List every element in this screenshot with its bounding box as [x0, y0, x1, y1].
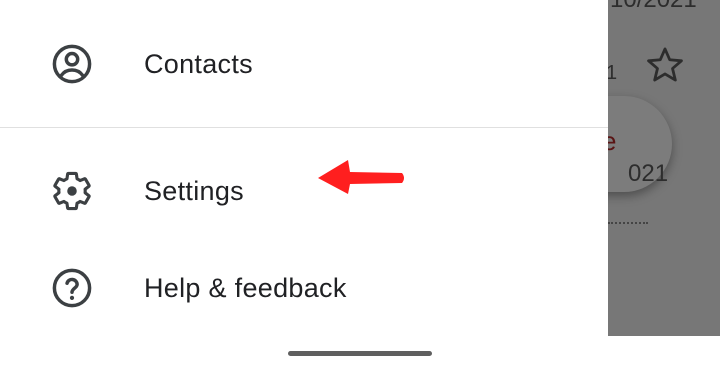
bottom-nav-area — [608, 336, 720, 367]
background-divider — [608, 222, 648, 226]
drawer-divider — [0, 127, 608, 128]
drawer-item-settings[interactable]: Settings — [0, 159, 608, 223]
help-circle-icon — [50, 266, 94, 310]
background-email-list: 10/2021 1 e 021 — [608, 0, 720, 336]
annotation-arrow-icon — [318, 160, 404, 194]
drawer-item-help-feedback[interactable]: Help & feedback — [0, 256, 608, 320]
background-text-fragment: 1 — [608, 62, 618, 84]
star-icon — [647, 47, 683, 82]
background-date-top: 10/2021 — [610, 0, 697, 14]
compose-fab-label: e — [608, 126, 617, 156]
drawer-item-label: Contacts — [144, 48, 253, 79]
account-circle-icon — [50, 42, 94, 86]
gear-icon — [50, 169, 94, 213]
drawer-item-contacts[interactable]: Contacts — [0, 32, 608, 96]
gesture-nav-handle[interactable] — [288, 351, 432, 356]
navigation-drawer: Contacts Settings Help & feedback — [0, 0, 608, 367]
drawer-item-label: Settings — [144, 175, 244, 206]
drawer-item-label: Help & feedback — [144, 272, 347, 303]
background-date-second: 021 — [628, 160, 669, 187]
